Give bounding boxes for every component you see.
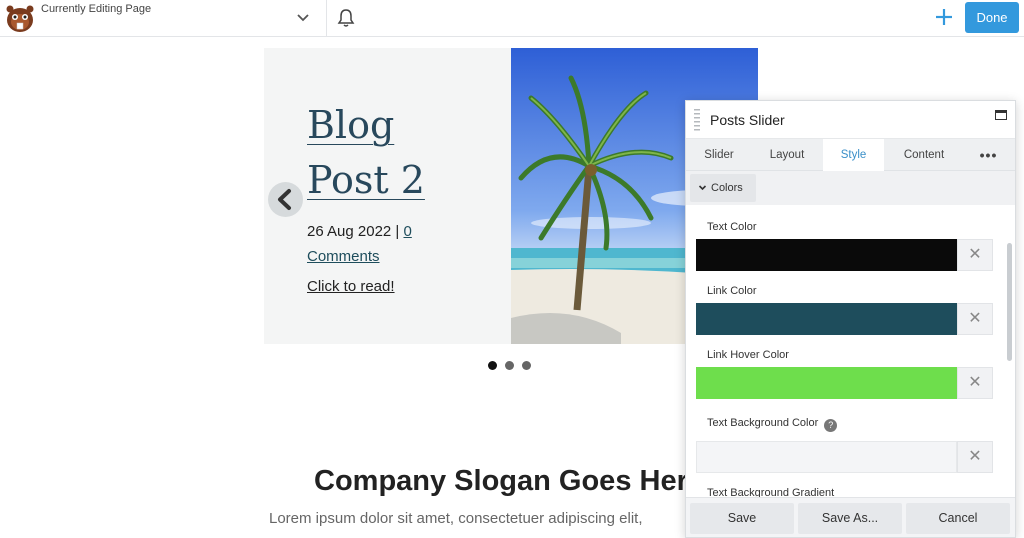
comments-link[interactable]: Comments [307, 248, 380, 265]
post-title-line[interactable]: Post 2 [307, 153, 425, 208]
panel-tabs: Slider Layout Style Content ••• [686, 139, 1015, 171]
link-color-label: Link Color [707, 285, 757, 297]
chevron-down-icon[interactable] [294, 9, 312, 27]
color-swatch[interactable] [696, 303, 957, 335]
panel-footer: Save Save As... Cancel [686, 497, 1015, 537]
posts-slider: Blog Post 2 26 Aug 2022 | 0 Comments Clic… [264, 48, 758, 344]
drag-handle-icon[interactable] [694, 109, 700, 131]
more-tabs-button[interactable]: ••• [966, 139, 1011, 171]
panel-scrollbar[interactable] [1007, 243, 1012, 361]
save-as-button[interactable]: Save As... [798, 503, 902, 534]
cancel-button[interactable]: Cancel [906, 503, 1010, 534]
clear-icon[interactable]: ✕ [957, 239, 993, 271]
post-meta: 26 Aug 2022 | 0 Comments [307, 219, 477, 269]
link-hover-color-label: Link Hover Color [707, 349, 789, 361]
comments-count-link[interactable]: 0 [403, 223, 411, 240]
tab-style[interactable]: Style [823, 139, 884, 171]
previous-slide-button[interactable] [268, 182, 303, 217]
save-button[interactable]: Save [690, 503, 794, 534]
text-color-field[interactable]: ✕ [696, 239, 993, 271]
done-button[interactable]: Done [965, 2, 1019, 33]
divider [326, 0, 327, 37]
link-hover-color-field[interactable]: ✕ [696, 367, 993, 399]
text-background-color-field[interactable]: ✕ [696, 441, 993, 473]
pagination-dot[interactable] [488, 361, 497, 370]
tab-content[interactable]: Content [885, 139, 963, 171]
link-color-field[interactable]: ✕ [696, 303, 993, 335]
tab-slider[interactable]: Slider [686, 139, 752, 171]
color-swatch[interactable] [696, 367, 957, 399]
company-slogan-heading: Company Slogan Goes Her [314, 465, 688, 497]
text-color-label: Text Color [707, 221, 757, 233]
post-date: 26 Aug 2022 | [307, 223, 404, 240]
section-label: Colors [711, 182, 743, 194]
section-header-colors: Colors [686, 171, 1015, 205]
pagination-dot[interactable] [522, 361, 531, 370]
bell-icon[interactable] [337, 8, 355, 28]
clear-icon[interactable]: ✕ [957, 441, 993, 473]
color-swatch[interactable] [696, 239, 957, 271]
chevron-left-icon [278, 189, 291, 210]
text-background-color-label-text: Text Background Color [707, 417, 819, 429]
colors-section-toggle[interactable]: Colors [690, 174, 756, 202]
top-bar: Currently Editing Page Done [0, 0, 1024, 37]
clear-icon[interactable]: ✕ [957, 367, 993, 399]
help-icon[interactable]: ? [824, 419, 838, 432]
posts-slider-settings-panel: Posts Slider Slider Layout Style Content… [685, 100, 1016, 538]
read-more-link[interactable]: Click to read! [307, 278, 395, 295]
text-background-color-label: Text Background Color? [707, 417, 838, 432]
tab-layout[interactable]: Layout [752, 139, 822, 171]
panel-title: Posts Slider [710, 112, 785, 128]
panel-header[interactable]: Posts Slider [686, 101, 1015, 139]
post-title-line[interactable]: Blog [307, 98, 425, 153]
maximize-icon[interactable] [995, 110, 1007, 120]
color-swatch[interactable] [696, 441, 957, 473]
clear-icon[interactable]: ✕ [957, 303, 993, 335]
post-title[interactable]: Blog Post 2 [307, 98, 425, 208]
pagination-dot[interactable] [505, 361, 514, 370]
lorem-paragraph: Lorem ipsum dolor sit amet, consectetuer… [269, 510, 643, 527]
beaver-logo-icon[interactable] [4, 3, 36, 33]
currently-editing-label: Currently Editing Page [41, 3, 152, 15]
chevron-down-icon [698, 185, 707, 191]
plus-icon[interactable] [933, 6, 955, 28]
